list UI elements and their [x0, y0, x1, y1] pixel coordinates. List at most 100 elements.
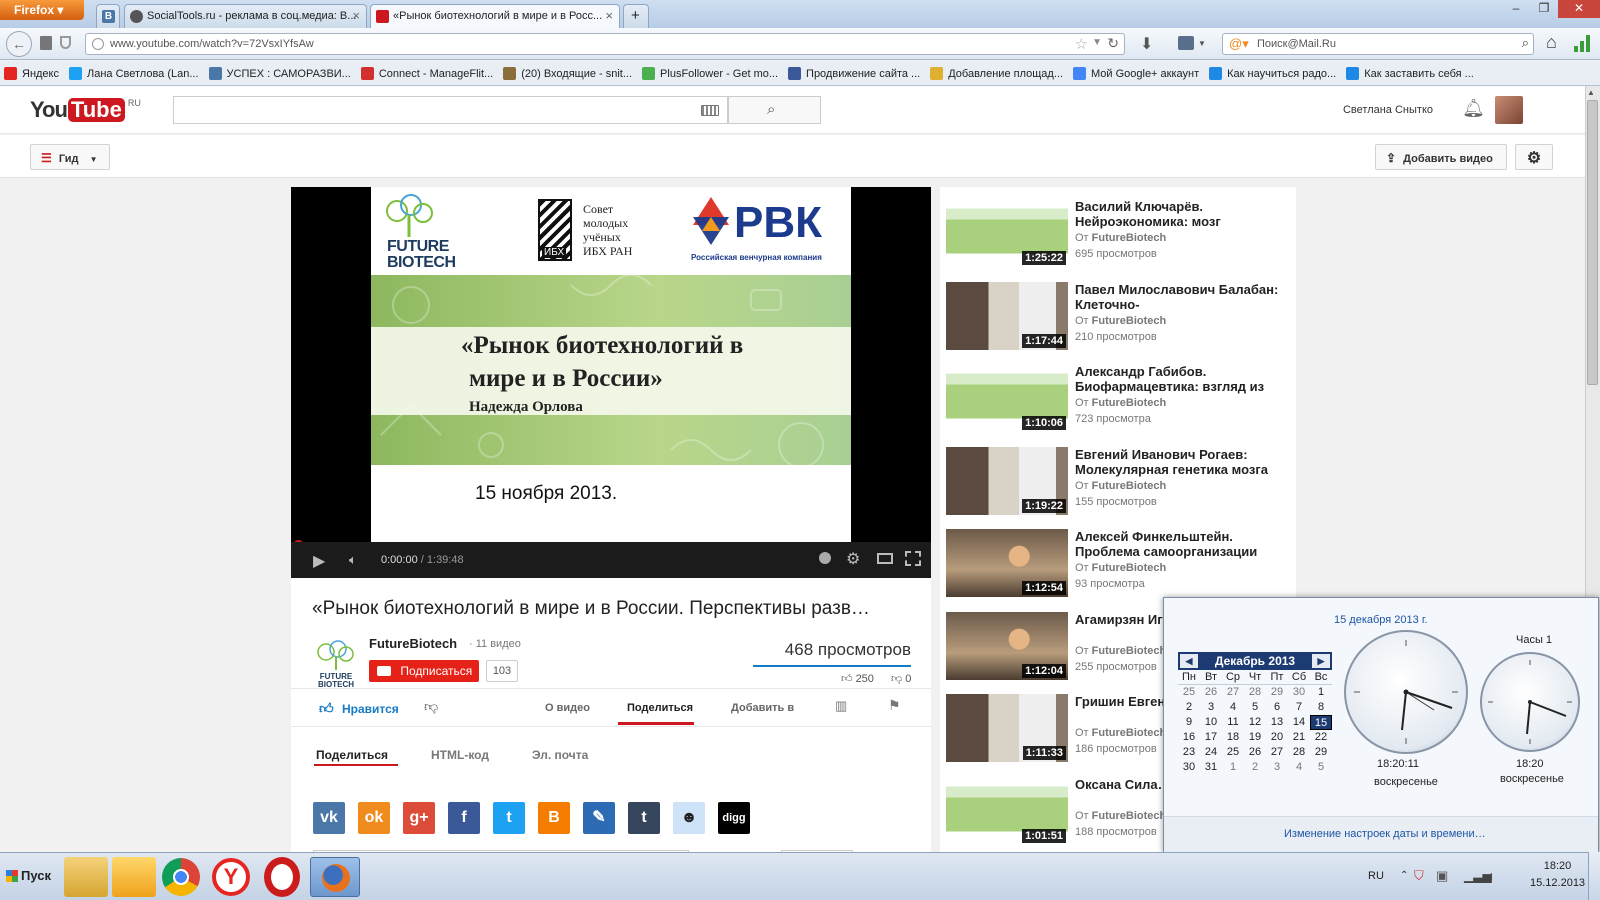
calendar-day[interactable]: 24: [1200, 745, 1222, 760]
avatar[interactable]: [1495, 96, 1523, 124]
tray-expand-icon[interactable]: ⌃: [1400, 870, 1408, 881]
download-icon[interactable]: ⬇: [1140, 34, 1153, 54]
close-tab-icon[interactable]: ×: [352, 8, 360, 23]
video-thumbnail[interactable]: 1:01:51: [946, 776, 1068, 845]
back-icon[interactable]: ←: [6, 31, 32, 57]
new-tab-button[interactable]: +: [623, 4, 649, 28]
share-reddit-icon[interactable]: ☻: [673, 802, 705, 834]
calendar-day[interactable]: 31: [1200, 760, 1222, 775]
tray-device-icon[interactable]: ▣: [1436, 868, 1448, 884]
youtube-search-input[interactable]: [173, 96, 728, 124]
theater-mode-icon[interactable]: [877, 553, 893, 564]
show-desktop-button[interactable]: [1588, 852, 1600, 900]
calendar-day[interactable]: 27: [1266, 745, 1288, 760]
channel-logo[interactable]: FUTURE BIOTECH: [312, 640, 360, 689]
statistics-icon[interactable]: ▥: [835, 698, 847, 714]
fullscreen-icon[interactable]: [905, 551, 921, 566]
calendar-day[interactable]: 18: [1222, 730, 1244, 745]
share-facebook-icon[interactable]: f: [448, 802, 480, 834]
media-player-icon[interactable]: [112, 857, 156, 897]
calendar-day[interactable]: 4: [1222, 700, 1244, 715]
taskbar-clock[interactable]: 18:20 15.12.2013: [1530, 860, 1585, 889]
video-thumbnail[interactable]: 1:11:33: [946, 694, 1068, 762]
share-subtab-share[interactable]: Поделиться: [316, 748, 388, 762]
video-thumbnail[interactable]: 1:12:04: [946, 611, 1068, 680]
channel-video-count[interactable]: · 11 видео: [469, 638, 521, 650]
calendar-day[interactable]: 9: [1178, 715, 1200, 730]
calendar-day[interactable]: 19: [1244, 730, 1266, 745]
calendar-day[interactable]: 6: [1266, 700, 1288, 715]
calendar-day[interactable]: 22: [1310, 730, 1332, 745]
bookmark-item[interactable]: Как заставить себя ...: [1346, 67, 1474, 80]
calendar-day[interactable]: 30: [1288, 685, 1310, 700]
related-video-item[interactable]: 1:10:06 Александр Габибов. Биофармацевтик…: [946, 364, 1291, 440]
play-icon[interactable]: ▶: [313, 551, 325, 571]
flag-icon[interactable]: ⚑: [888, 697, 901, 714]
thumb-down-icon[interactable]: 👎︎: [424, 698, 438, 715]
related-video-title[interactable]: Евгений Иванович Рогаев: Молекулярная ге…: [1075, 447, 1285, 479]
start-button[interactable]: Пуск: [0, 858, 56, 894]
calendar-day[interactable]: 16: [1178, 730, 1200, 745]
chrome-icon[interactable]: [162, 858, 200, 896]
upload-button[interactable]: ⇪ Добавить видео: [1375, 144, 1507, 170]
firefox-taskbar-icon[interactable]: [310, 857, 360, 897]
calendar-day[interactable]: 1: [1222, 760, 1244, 775]
calendar-day[interactable]: 7: [1288, 700, 1310, 715]
language-indicator[interactable]: RU: [1368, 870, 1384, 882]
dropdown-arrow-icon[interactable]: ▼: [1198, 39, 1206, 48]
video-thumbnail[interactable]: 1:12:54: [946, 529, 1068, 597]
bookmark-item[interactable]: Connect - ManageFlit...: [360, 67, 493, 80]
keyboard-icon[interactable]: [701, 105, 719, 116]
calendar-day[interactable]: 23: [1178, 745, 1200, 760]
video-thumbnail[interactable]: 1:19:22: [946, 446, 1068, 515]
subscribe-button[interactable]: Подписаться: [369, 660, 479, 682]
scroll-up-icon[interactable]: ▲: [1587, 88, 1595, 97]
tab-youtube-video[interactable]: «Рынок биотехнологий в мире и в Росс... …: [370, 4, 620, 28]
next-month-icon[interactable]: ▶: [1311, 654, 1330, 668]
calendar-day[interactable]: 13: [1266, 715, 1288, 730]
reload-icon[interactable]: ↻: [1107, 35, 1119, 52]
calendar-day[interactable]: 5: [1244, 700, 1266, 715]
channel-name[interactable]: FutureBiotech: [369, 636, 457, 651]
opera-icon[interactable]: [264, 857, 300, 897]
volume-icon[interactable]: 🔈︎: [349, 552, 357, 568]
share-vk-icon[interactable]: vk: [313, 802, 345, 834]
tab-share[interactable]: Поделиться: [627, 702, 693, 714]
youtube-logo[interactable]: You Tube RU: [30, 98, 141, 122]
calendar-day[interactable]: 2: [1178, 700, 1200, 715]
share-livejournal-icon[interactable]: ✎: [583, 802, 615, 834]
calendar-day[interactable]: 29: [1266, 685, 1288, 700]
video-thumbnail[interactable]: 1:17:44: [946, 281, 1068, 350]
home-icon[interactable]: ⌂: [1546, 32, 1557, 53]
like-button[interactable]: 👍︎ Нравится: [319, 700, 399, 717]
calendar-day[interactable]: 15: [1310, 715, 1332, 730]
minimize-icon[interactable]: –: [1502, 0, 1530, 18]
calendar-day[interactable]: 2: [1244, 760, 1266, 775]
share-twitter-icon[interactable]: t: [493, 802, 525, 834]
calendar-day[interactable]: 26: [1200, 685, 1222, 700]
calendar-day[interactable]: 30: [1178, 760, 1200, 775]
share-subtab-email[interactable]: Эл. почта: [532, 748, 588, 762]
calendar-day[interactable]: 29: [1310, 745, 1332, 760]
close-tab-icon[interactable]: ×: [605, 8, 613, 23]
file-explorer-icon[interactable]: [64, 857, 108, 897]
calendar-day[interactable]: 28: [1244, 685, 1266, 700]
prev-month-icon[interactable]: ◀: [1180, 654, 1198, 668]
user-name[interactable]: Светлана Снытко: [1343, 104, 1433, 116]
calendar-day[interactable]: 17: [1200, 730, 1222, 745]
bookmark-item[interactable]: (20) Входящие - snit...: [503, 67, 632, 80]
share-tumblr-icon[interactable]: t: [628, 802, 660, 834]
calendar-day[interactable]: 26: [1244, 745, 1266, 760]
calendar-day[interactable]: 27: [1222, 685, 1244, 700]
settings-gear-icon[interactable]: ⚙: [1515, 144, 1553, 170]
share-digg-icon[interactable]: digg: [718, 802, 750, 834]
guide-button[interactable]: ☰ Гид ▼: [30, 144, 110, 170]
calendar-day[interactable]: 1: [1310, 685, 1332, 700]
dropdown-arrow-icon[interactable]: ▼: [1092, 37, 1102, 48]
bookmark-star-icon[interactable]: ☆: [1075, 35, 1088, 53]
calendar-day[interactable]: 12: [1244, 715, 1266, 730]
video-thumbnail[interactable]: 1:25:22: [946, 199, 1068, 267]
tab-vk[interactable]: В: [96, 4, 120, 28]
scrollbar-thumb[interactable]: [1587, 100, 1598, 385]
related-video-title[interactable]: Павел Милославович Балабан: Клеточно-: [1075, 282, 1285, 314]
